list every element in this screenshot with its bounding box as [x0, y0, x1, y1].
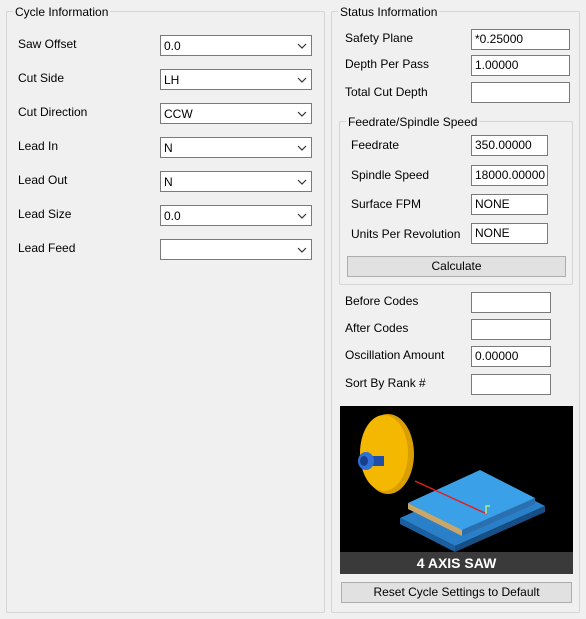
saw-offset-label: Saw Offset	[18, 37, 77, 51]
chevron-down-icon	[297, 213, 307, 219]
depth-per-pass-label: Depth Per Pass	[345, 57, 430, 71]
total-cut-depth-label: Total Cut Depth	[345, 85, 428, 99]
cut-direction-value: CCW	[164, 107, 193, 121]
sort-by-rank-input[interactable]	[471, 374, 551, 395]
cut-side-value: LH	[164, 73, 180, 87]
status-information-title: Status Information	[338, 5, 440, 19]
feedrate-label: Feedrate	[351, 138, 400, 152]
oscillation-amount-input[interactable]: 0.00000	[471, 346, 551, 367]
spindle-hub	[360, 456, 368, 466]
sort-by-rank-label: Sort By Rank #	[345, 376, 426, 390]
lead-in-label: Lead In	[18, 139, 59, 153]
safety-plane-label: Safety Plane	[345, 31, 414, 45]
after-codes-input[interactable]	[471, 319, 551, 340]
lead-out-dropdown[interactable]: N	[160, 171, 312, 192]
cut-direction-label: Cut Direction	[18, 105, 88, 119]
calculate-button[interactable]: Calculate	[347, 256, 566, 277]
before-codes-input[interactable]	[471, 292, 551, 313]
chevron-down-icon	[297, 111, 307, 117]
cut-direction-dropdown[interactable]: CCW	[160, 103, 312, 124]
lead-feed-label: Lead Feed	[18, 241, 76, 255]
saw-offset-value: 0.0	[164, 39, 181, 53]
cycle-information-title: Cycle Information	[13, 5, 111, 19]
units-per-revolution-input[interactable]: NONE	[471, 223, 548, 244]
chevron-down-icon	[297, 247, 307, 253]
chevron-down-icon	[297, 43, 307, 49]
reset-cycle-settings-button[interactable]: Reset Cycle Settings to Default	[341, 582, 572, 603]
spindle-speed-label: Spindle Speed	[351, 168, 430, 182]
saw-offset-dropdown[interactable]: 0.0	[160, 35, 312, 56]
chevron-down-icon	[297, 179, 307, 185]
lead-size-dropdown[interactable]: 0.0	[160, 205, 312, 226]
surface-fpm-label: Surface FPM	[351, 197, 422, 211]
lead-out-value: N	[164, 175, 173, 189]
chevron-down-icon	[297, 145, 307, 151]
preview-caption: 4 AXIS SAW	[340, 552, 573, 574]
oscillation-amount-label: Oscillation Amount	[345, 348, 445, 362]
lead-in-dropdown[interactable]: N	[160, 137, 312, 158]
cycle-information-group: Cycle Information	[6, 5, 325, 613]
lead-out-label: Lead Out	[18, 173, 68, 187]
lead-in-value: N	[164, 141, 173, 155]
saw-preview-image: 4 AXIS SAW	[340, 406, 573, 574]
after-codes-label: After Codes	[345, 321, 409, 335]
units-per-revolution-label: Units Per Revolution	[351, 227, 461, 241]
safety-plane-input[interactable]: *0.25000	[471, 29, 570, 50]
feedrate-input[interactable]: 350.00000	[471, 135, 548, 156]
depth-per-pass-input[interactable]: 1.00000	[471, 55, 570, 76]
lead-feed-dropdown[interactable]	[160, 239, 312, 260]
cut-side-dropdown[interactable]: LH	[160, 69, 312, 90]
lead-size-value: 0.0	[164, 209, 181, 223]
before-codes-label: Before Codes	[345, 294, 419, 308]
chevron-down-icon	[297, 77, 307, 83]
feedrate-spindle-title: Feedrate/Spindle Speed	[346, 115, 480, 129]
surface-fpm-input[interactable]: NONE	[471, 194, 548, 215]
cut-side-label: Cut Side	[18, 71, 65, 85]
total-cut-depth-input[interactable]	[471, 82, 570, 103]
spindle-speed-input[interactable]: 18000.00000	[471, 165, 548, 186]
saw-illustration	[358, 414, 545, 552]
lead-size-label: Lead Size	[18, 207, 72, 221]
